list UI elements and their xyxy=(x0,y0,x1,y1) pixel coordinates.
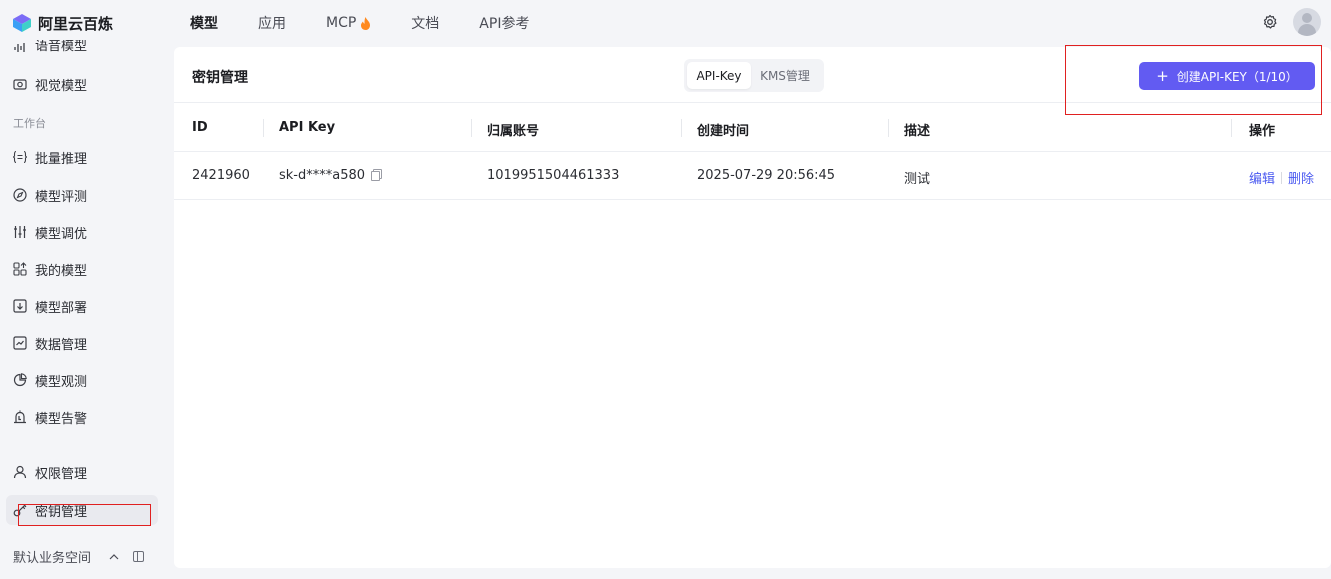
chart-icon xyxy=(13,336,27,350)
sidebar-item-label: 模型部署 xyxy=(35,300,88,316)
cell-account: 1019951504461333 xyxy=(487,168,620,183)
bailian-logo-icon xyxy=(13,14,31,32)
table-header: ID API Key 归属账号 创建时间 描述 操作 xyxy=(174,104,1331,152)
main-nav: 模型 应用 MCP 文档 API参考 xyxy=(190,13,569,33)
sidebar-item-model-observe[interactable]: 模型观测 xyxy=(6,365,158,395)
delete-link[interactable]: 删除 xyxy=(1288,172,1314,187)
cell-id: 2421960 xyxy=(192,168,250,183)
sidebar: 语音模型 视觉模型 工作台 批量推理 模型评测 模型调优 我的模型 模型部署 数… xyxy=(0,40,165,579)
tune-icon xyxy=(14,226,26,238)
sidebar-item-label: 数据管理 xyxy=(35,337,88,353)
top-navigation-bar: 阿里云百炼 模型 应用 MCP 文档 API参考 xyxy=(0,0,1331,46)
cell-actions: 编辑 删除 xyxy=(1249,168,1314,187)
sidebar-item-label: 视觉模型 xyxy=(35,78,88,94)
sidebar-item-model-deploy[interactable]: 模型部署 xyxy=(6,291,158,321)
sidebar-item-label: 我的模型 xyxy=(35,263,88,279)
sidebar-item-model-eval[interactable]: 模型评测 xyxy=(6,180,158,210)
cell-desc: 测试 xyxy=(904,172,931,187)
tab-kms[interactable]: KMS管理 xyxy=(751,62,819,89)
avatar-body xyxy=(1298,24,1316,36)
sidebar-item-my-models[interactable]: 我的模型 xyxy=(6,254,158,284)
workspace-label: 默认业务空间 xyxy=(13,550,92,566)
key-icon xyxy=(13,504,27,517)
batch-icon xyxy=(13,150,27,164)
nav-label: MCP xyxy=(326,15,357,31)
cell-api-key: sk-d****a580 xyxy=(279,168,383,183)
compass-icon xyxy=(13,188,27,202)
brand[interactable]: 阿里云百炼 xyxy=(12,13,190,34)
user-avatar[interactable] xyxy=(1293,8,1321,36)
column-divider[interactable] xyxy=(471,119,472,137)
nav-item-model[interactable]: 模型 xyxy=(190,13,218,33)
action-divider xyxy=(1281,172,1283,184)
fire-icon xyxy=(361,16,371,30)
cell-created: 2025-07-29 20:56:45 xyxy=(697,168,836,183)
avatar-head xyxy=(1302,13,1312,23)
sidebar-item-key-management[interactable]: 密钥管理 xyxy=(6,495,158,525)
collapse-sidebar-icon[interactable] xyxy=(133,550,145,562)
sidebar-item-label: 权限管理 xyxy=(35,466,88,482)
settings-gear-icon[interactable] xyxy=(1261,13,1279,31)
key-management-card: 密钥管理 API-Key KMS管理 + 创建API-KEY（1/10） ID … xyxy=(174,47,1331,568)
tab-api-key[interactable]: API-Key xyxy=(687,62,751,89)
sidebar-item-label: 模型告警 xyxy=(35,411,88,427)
chevron-up-icon[interactable] xyxy=(109,553,119,560)
sidebar-item-model-alarm[interactable]: 模型告警 xyxy=(6,402,158,432)
card-header: 密钥管理 API-Key KMS管理 + 创建API-KEY（1/10） xyxy=(174,47,1331,103)
sidebar-item-label: 模型评测 xyxy=(35,189,88,205)
sidebar-item-model-tuning[interactable]: 模型调优 xyxy=(6,217,158,247)
sidebar-item-speech-model[interactable]: 语音模型 xyxy=(6,40,158,54)
top-right-tools xyxy=(1261,8,1321,36)
table-row: 2421960 sk-d****a580 1019951504461333 20… xyxy=(174,152,1331,200)
api-key-masked: sk-d****a580 xyxy=(279,168,366,183)
pie-icon xyxy=(13,373,27,387)
user-icon xyxy=(13,465,27,479)
edit-link[interactable]: 编辑 xyxy=(1249,172,1275,187)
camera-icon xyxy=(13,79,27,90)
copy-icon[interactable] xyxy=(371,169,383,181)
nav-label: 文档 xyxy=(411,16,440,32)
deploy-icon xyxy=(13,299,27,313)
sidebar-group-workbench: 工作台 xyxy=(13,117,46,130)
page-title: 密钥管理 xyxy=(192,70,248,86)
col-header-account: 归属账号 xyxy=(487,124,540,139)
nav-item-app[interactable]: 应用 xyxy=(258,13,286,33)
sidebar-item-permission[interactable]: 权限管理 xyxy=(6,457,158,487)
nav-item-mcp[interactable]: MCP xyxy=(326,15,371,31)
nav-item-docs[interactable]: 文档 xyxy=(411,13,439,33)
sidebar-item-label: 模型调优 xyxy=(35,226,88,242)
speech-icon xyxy=(14,43,25,52)
column-divider[interactable] xyxy=(1231,119,1232,137)
sidebar-item-data-management[interactable]: 数据管理 xyxy=(6,328,158,358)
grid-icon xyxy=(13,262,27,276)
nav-item-api-reference[interactable]: API参考 xyxy=(479,13,529,33)
brand-name: 阿里云百炼 xyxy=(38,14,114,33)
sidebar-item-batch-inference[interactable]: 批量推理 xyxy=(6,142,158,172)
create-button-label: 创建API-KEY（1/10） xyxy=(1176,69,1298,84)
sidebar-item-label: 模型观测 xyxy=(35,374,88,390)
sidebar-item-label: 密钥管理 xyxy=(35,504,88,520)
alarm-icon xyxy=(14,410,26,424)
sidebar-item-label: 语音模型 xyxy=(35,40,88,54)
plus-icon: + xyxy=(1156,66,1169,85)
col-header-created: 创建时间 xyxy=(697,124,750,139)
col-header-desc: 描述 xyxy=(904,124,931,139)
col-header-api-key: API Key xyxy=(279,120,336,135)
col-header-id: ID xyxy=(192,120,208,135)
col-header-actions: 操作 xyxy=(1249,124,1276,139)
column-divider[interactable] xyxy=(681,119,682,137)
create-api-key-button[interactable]: + 创建API-KEY（1/10） xyxy=(1139,62,1315,90)
sidebar-item-label: 批量推理 xyxy=(35,151,88,167)
workspace-switcher[interactable]: 默认业务空间 xyxy=(13,544,163,568)
sidebar-item-vision-model[interactable]: 视觉模型 xyxy=(6,69,158,99)
nav-label: 模型 xyxy=(190,16,218,32)
nav-label: API参考 xyxy=(479,16,530,32)
key-type-tabs: API-Key KMS管理 xyxy=(684,59,824,92)
column-divider[interactable] xyxy=(888,119,889,137)
column-divider[interactable] xyxy=(263,119,264,137)
nav-label: 应用 xyxy=(258,16,286,32)
